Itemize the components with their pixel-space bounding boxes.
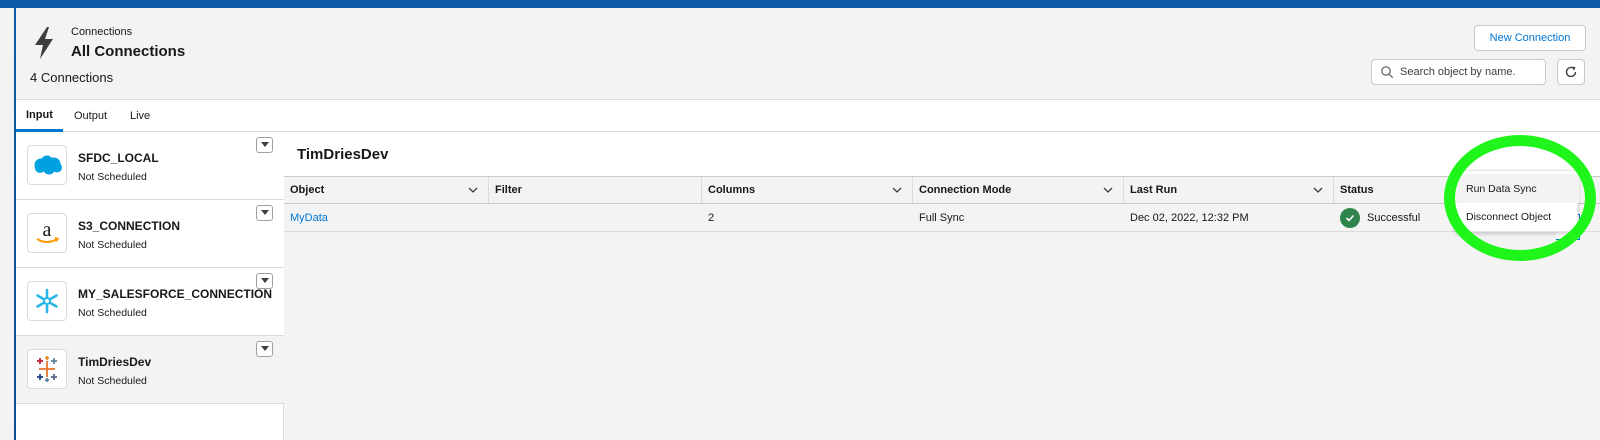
column-header-filter[interactable]: Filter	[489, 177, 702, 203]
chevron-down-icon[interactable]	[1103, 185, 1113, 195]
tableau-icon	[37, 356, 57, 382]
search-icon	[1381, 66, 1394, 79]
column-header-last-run[interactable]: Last Run	[1124, 177, 1334, 203]
refresh-button[interactable]	[1557, 59, 1585, 85]
connection-mode-cell: Full Sync	[919, 211, 965, 224]
columns-cell: 2	[708, 211, 715, 224]
status-text: Successful	[1367, 211, 1421, 224]
connection-menu-button[interactable]	[256, 341, 273, 357]
snowflake-icon	[36, 288, 58, 314]
chevron-down-icon	[260, 278, 269, 283]
page-title: All Connections	[71, 43, 186, 60]
lightning-bolt-icon	[35, 27, 53, 59]
page-eyebrow: Connections	[71, 26, 133, 38]
connection-item-s3[interactable]: a S3_CONNECTION Not Scheduled	[16, 200, 284, 268]
connection-schedule: Not Scheduled	[78, 171, 147, 183]
chevron-down-icon	[260, 142, 269, 147]
success-check-icon	[1340, 207, 1360, 228]
search-box[interactable]	[1371, 59, 1546, 85]
chevron-down-icon[interactable]	[1313, 185, 1323, 195]
new-connection-button[interactable]: New Connection	[1474, 25, 1586, 51]
page-header: Connections All Connections 4 Connection…	[16, 8, 1600, 100]
chevron-down-icon	[260, 346, 269, 351]
chevron-down-icon[interactable]	[892, 185, 902, 195]
connection-menu-button[interactable]	[256, 205, 273, 221]
main-panel: TimDriesDev Object Filter Columns Connec…	[284, 132, 1600, 440]
connection-schedule: Not Scheduled	[78, 239, 147, 251]
tab-output[interactable]: Output	[64, 100, 117, 132]
connection-count: 4 Connections	[30, 70, 114, 85]
salesforce-cloud-icon	[34, 155, 62, 175]
connection-list: SFDC_LOCAL Not Scheduled a S3_CONNECTION…	[16, 132, 284, 440]
connection-name: S3_CONNECTION	[78, 219, 181, 233]
connection-logo	[27, 349, 67, 389]
menu-item-disconnect-object[interactable]: Disconnect Object	[1455, 202, 1579, 231]
connection-item-timdriesdev[interactable]: TimDriesDev Not Scheduled	[16, 336, 284, 404]
tab-bar: Input Output Live	[16, 100, 1600, 132]
last-run-cell: Dec 02, 2022, 12:32 PM	[1130, 211, 1249, 224]
connection-logo	[27, 145, 67, 185]
connection-logo	[27, 281, 67, 321]
connection-schedule: Not Scheduled	[78, 375, 147, 387]
connection-menu-button[interactable]	[256, 137, 273, 153]
connection-name: MY_SALESFORCE_CONNECTION	[78, 287, 273, 301]
background-window-edge	[0, 8, 14, 440]
svg-text:a: a	[43, 219, 52, 241]
filter-cell	[489, 204, 702, 231]
object-link[interactable]: MyData	[284, 204, 489, 231]
tab-input[interactable]: Input	[16, 100, 63, 132]
connection-item-sfdc-local[interactable]: SFDC_LOCAL Not Scheduled	[16, 132, 284, 200]
chevron-down-icon[interactable]	[468, 185, 478, 195]
refresh-icon	[1565, 66, 1577, 78]
column-header-connection-mode[interactable]: Connection Mode	[913, 177, 1124, 203]
table-row: MyData 2 Full Sync Dec 02, 2022, 12:32 P…	[284, 204, 1600, 232]
menu-item-run-data-sync[interactable]: Run Data Sync	[1455, 174, 1579, 203]
amazon-icon: a	[36, 219, 60, 243]
connection-schedule: Not Scheduled	[78, 307, 147, 319]
search-input[interactable]	[1400, 66, 1545, 78]
connection-item-my-salesforce[interactable]: MY_SALESFORCE_CONNECTION Not Scheduled	[16, 268, 284, 336]
connection-title: TimDriesDev	[297, 146, 389, 163]
app-window: Connections All Connections 4 Connection…	[16, 8, 1600, 440]
tab-live[interactable]: Live	[120, 100, 160, 132]
main-title-bar: TimDriesDev	[284, 132, 1600, 176]
column-header-columns[interactable]: Columns	[702, 177, 913, 203]
column-header-object[interactable]: Object	[284, 177, 489, 203]
connection-name: SFDC_LOCAL	[78, 151, 159, 165]
table-header: Object Filter Columns Connection Mode La…	[284, 176, 1600, 204]
connection-name: TimDriesDev	[78, 355, 152, 369]
row-action-menu: Run Data Sync Disconnect Object	[1454, 170, 1579, 232]
connection-logo: a	[27, 213, 67, 253]
chevron-down-icon	[260, 210, 269, 215]
connection-menu-button[interactable]	[256, 273, 273, 289]
